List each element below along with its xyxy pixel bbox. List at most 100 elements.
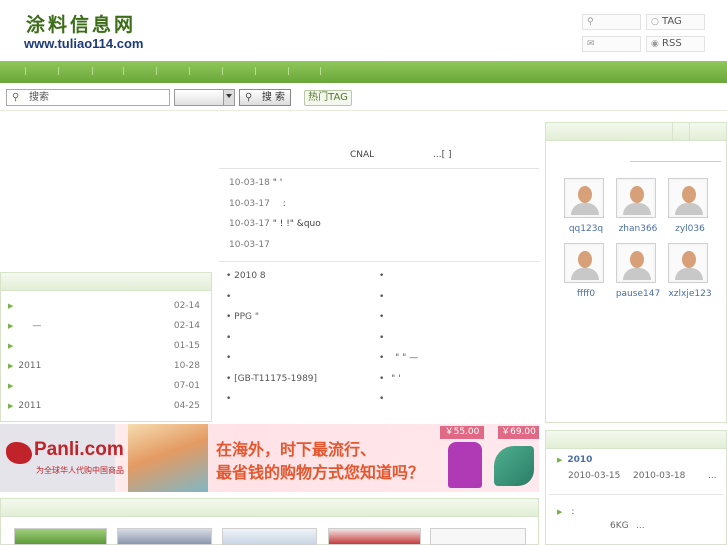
member-card[interactable]: qq123q	[560, 178, 612, 234]
arrow-right-icon: ▶	[557, 456, 563, 464]
tab-divider	[689, 122, 690, 141]
members-panel-header	[545, 122, 727, 141]
list-item[interactable]: ▶ 01-15	[8, 336, 202, 356]
list-item[interactable]: • " '	[379, 369, 529, 390]
right-item-date: 2010-03-18	[633, 471, 686, 481]
search-input[interactable]: ⚲ 搜索	[6, 89, 170, 106]
member-card[interactable]: zyl036	[664, 178, 716, 234]
banner-brand: Panli.com	[34, 439, 124, 460]
avatar[interactable]	[668, 243, 708, 283]
list-item[interactable]: • PPG "	[226, 307, 376, 328]
nav-separator	[123, 67, 124, 75]
list-item[interactable]: ▶ 02-14	[8, 296, 202, 316]
mail-link[interactable]: ✉	[582, 36, 641, 52]
list-item[interactable]: • 2010 8	[226, 266, 376, 287]
list-item[interactable]: •	[379, 266, 529, 287]
arrow-right-icon: ▶	[8, 382, 14, 390]
member-card[interactable]: ffff0	[560, 243, 612, 299]
news-item[interactable]: 10-03-17 " ! !" &quo	[229, 219, 321, 229]
nav-separator	[320, 67, 321, 75]
headline-text[interactable]: CNAL	[350, 150, 374, 160]
member-card[interactable]: pause147	[612, 243, 664, 299]
banner-shoes-image	[494, 446, 534, 486]
right-item-title[interactable]: ▶:	[557, 507, 574, 517]
divider	[549, 494, 723, 495]
list-item[interactable]: •	[226, 328, 376, 349]
ad-banner[interactable]: Panli.com 为全球华人代购中国商品 在海外，时下最流行、 最省钱的购物方…	[0, 424, 539, 492]
right-item-text: 6KG	[610, 521, 629, 531]
nav-separator	[189, 67, 190, 75]
headline-more-link[interactable]: ...[ ]	[433, 150, 451, 160]
avatar[interactable]	[564, 243, 604, 283]
news-item[interactable]: 10-03-18 " '	[229, 178, 282, 188]
search-icon: ⚲	[12, 92, 20, 103]
search-button[interactable]: ⚲ 搜 索	[239, 89, 291, 106]
arrow-right-icon: ▶	[8, 362, 14, 370]
main-nav-bar	[0, 61, 727, 83]
list-item[interactable]: •	[226, 348, 376, 369]
list-item[interactable]: ▶ 07-01	[8, 376, 202, 396]
banner-slogan-line2: 最省钱的购物方式您知道吗？	[216, 463, 425, 482]
login-link[interactable]: ⚲	[582, 14, 641, 30]
arrow-right-icon: ▶	[8, 322, 14, 330]
banner-slogan-line1: 在海外，时下最流行、	[216, 440, 377, 459]
right-item-date: 2010-03-15	[568, 471, 621, 481]
right-item-title[interactable]: ▶ 2010	[557, 455, 592, 465]
nav-separator	[25, 67, 26, 75]
avatar[interactable]	[668, 178, 708, 218]
mail-icon: ✉	[587, 39, 595, 49]
search-icon: ○	[651, 17, 659, 27]
list-item[interactable]: ▶ 2011 10-28	[8, 356, 202, 376]
product-thumbnail[interactable]	[14, 528, 107, 545]
member-card[interactable]: zhan366	[612, 178, 664, 234]
site-logo-text[interactable]: 涂料信息网	[26, 10, 136, 37]
site-url[interactable]: www.tuliao114.com	[24, 36, 143, 51]
more-link[interactable]: ...	[708, 471, 717, 481]
product-thumbnail[interactable]	[117, 528, 212, 545]
list-item[interactable]: • " " —	[379, 348, 529, 369]
list-item[interactable]: ▶ 2011 04-25	[8, 396, 202, 416]
list-item[interactable]: • [GB-T11175-1989]	[226, 369, 376, 390]
left-panel-header	[0, 272, 212, 291]
chevron-down-icon[interactable]	[223, 90, 234, 105]
list-item[interactable]: •	[379, 389, 529, 410]
nav-separator	[288, 67, 289, 75]
member-card[interactable]: xzlxje123	[664, 243, 716, 299]
list-item[interactable]: •	[379, 328, 529, 349]
nav-separator	[222, 67, 223, 75]
rss-link[interactable]: ◉ RSS	[646, 36, 705, 52]
product-thumbnail[interactable]	[430, 528, 526, 545]
user-icon: ⚲	[587, 17, 594, 27]
nav-separator	[156, 67, 157, 75]
list-item[interactable]: •	[226, 287, 376, 308]
banner-dress-image	[448, 442, 482, 488]
avatar[interactable]	[616, 243, 656, 283]
nav-separator	[92, 67, 93, 75]
arrow-right-icon: ▶	[8, 342, 14, 350]
list-item[interactable]: •	[226, 389, 376, 410]
news-item[interactable]: 10-03-17	[229, 240, 270, 250]
tag-link[interactable]: ○ TAG	[646, 14, 705, 30]
bullet-list-left: • 2010 8 • • PPG " • • • [GB-T11175-1989…	[226, 266, 376, 410]
search-icon: ⚲	[245, 92, 253, 103]
list-item[interactable]: •	[379, 287, 529, 308]
avatar[interactable]	[616, 178, 656, 218]
hot-tag-button[interactable]: 热门TAG	[304, 90, 352, 106]
right-bottom-panel-header	[545, 430, 727, 449]
arrow-right-icon: ▶	[557, 508, 563, 516]
arrow-right-icon: ▶	[8, 302, 14, 310]
price-tag: ￥55.00	[440, 426, 484, 439]
product-thumbnail[interactable]	[222, 528, 317, 545]
list-item[interactable]: •	[379, 307, 529, 328]
nav-separator	[255, 67, 256, 75]
bottom-panel-header	[0, 498, 539, 517]
divider	[219, 168, 539, 169]
news-item[interactable]: 10-03-17 :	[229, 199, 286, 209]
more-link[interactable]: ...	[636, 521, 645, 531]
bullet-list-right: • • • • • " " — • " ' •	[379, 266, 529, 410]
avatar[interactable]	[564, 178, 604, 218]
list-item[interactable]: ▶ — 02-14	[8, 316, 202, 336]
banner-model-photo	[128, 424, 208, 492]
product-thumbnail[interactable]	[328, 528, 421, 545]
divider	[219, 261, 539, 262]
